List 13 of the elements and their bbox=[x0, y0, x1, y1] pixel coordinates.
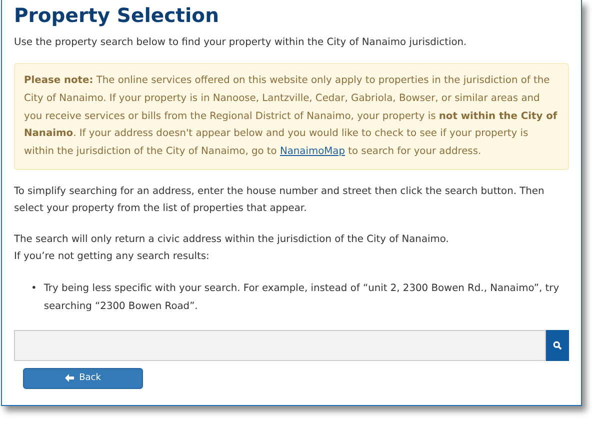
intro-text: Use the property search below to find your property within the City of Nanaimo jurisdiction. bbox=[14, 36, 468, 50]
search-icon bbox=[553, 340, 562, 350]
info-text: The search will only return a civic address within the jurisdiction of the City of Nanaimo. If you’re not getting any search results: bbox=[14, 232, 450, 264]
search-button[interactable] bbox=[546, 330, 569, 361]
page-title: Property Selection bbox=[14, 3, 220, 29]
bullet-marker: • bbox=[31, 282, 37, 296]
info-text: To simplify searching for an address, enter the house number and street then click the search button. Then select your property from the list of properties that appear. bbox=[14, 184, 546, 216]
map-link[interactable]: NanaimoMap bbox=[280, 146, 345, 158]
search-field[interactable] bbox=[14, 330, 546, 361]
arrow-left-icon bbox=[65, 374, 74, 382]
back-button[interactable]: Back bbox=[23, 368, 143, 389]
note-text: Please note: The online services offered on this website only apply to properties in the jurisdiction of the City of Nanaimo. If your property is in Nanoose, Lantzville, Cedar, Gabriola, Bowser, or similar areas and you receive services or bills from the Regional District of Nanaimo, your property is not within the City of Nanaimo. If your address doesn't appear below and you would like to check to see if your property is within the jurisdiction of the City of Nanaimo, go to NanaimoMap to search for your address. bbox=[24, 74, 558, 160]
tip-text: Try being less specific with your search. For example, instead of “unit 2, 2300 Bowen Rd., Nanaimo”, try searching “2300 Bowen Road”. bbox=[44, 282, 560, 314]
